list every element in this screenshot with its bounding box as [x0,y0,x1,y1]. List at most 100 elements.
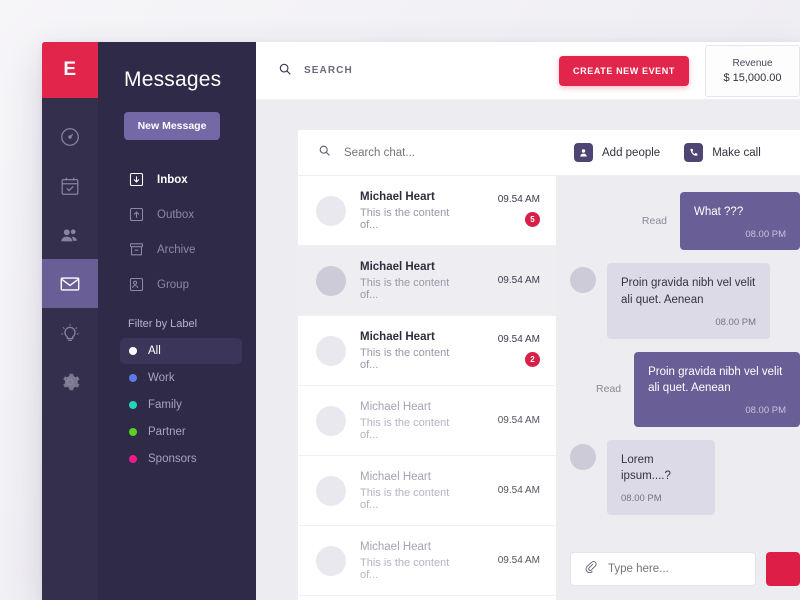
search-icon [318,144,331,162]
sidebar-item-archive[interactable]: Archive [98,232,256,267]
read-status: Read [641,215,667,228]
label-dot [129,374,137,382]
message-bubble: What ??? 08.00 PM [680,192,800,251]
chat-name: Michael Heart [360,400,431,413]
create-new-event-button[interactable]: CREATE NEW EVENT [559,55,689,86]
phone-icon [684,143,704,162]
avatar [570,443,596,470]
chat-preview: This is the content of... [360,346,450,371]
chat-time: 09.54 AM [497,555,540,566]
filter-label-text: All [148,345,161,357]
composer-box[interactable] [570,552,756,586]
rail-item-settings[interactable] [42,357,98,406]
archive-box-icon [128,241,145,258]
add-person-icon [574,143,593,162]
icon-rail: E [42,42,98,600]
message-bubble: Proin gravida nibh vel velit ali quet. A… [634,351,800,427]
message-thread: Read What ??? 08.00 PM Proin gravida nib… [556,176,800,538]
label-dot [129,401,137,409]
page-title: Messages [124,68,222,91]
chat-time: 09.54 AM [497,275,540,286]
filter-label-family[interactable]: Family [120,392,242,418]
rail-item-dashboard[interactable] [42,112,98,161]
message-incoming: Lorem ipsum....? 08.00 PM [556,439,800,515]
brand-logo[interactable]: E [42,42,98,98]
workspace: Michael Heart This is the content of... … [256,100,800,600]
chat-time: 09.54 AM [497,334,540,345]
new-message-button[interactable]: New Message [124,112,220,140]
rail-item-team[interactable] [42,210,98,259]
table-row[interactable]: Michael Heart This is the content of... … [298,316,556,386]
chat-preview: This is the content of... [360,416,450,441]
label-dot [129,347,137,355]
filter-label-sponsors[interactable]: Sponsors [120,446,242,472]
chat-preview: This is the content of... [360,206,450,231]
outbox-arrow-up-icon [128,206,145,223]
avatar [570,267,596,294]
calendar-check-icon [59,175,81,197]
filter-label-text: Partner [148,426,186,438]
message-input[interactable] [608,563,742,575]
table-row[interactable]: Michael Heart This is the content of... … [298,386,556,456]
sidebar-item-label: Outbox [157,208,195,221]
rail-item-messages[interactable] [42,259,98,308]
filter-label-partner[interactable]: Partner [120,419,242,445]
lightbulb-icon [59,322,81,344]
table-row[interactable]: Michael Heart This is the content of... … [298,176,556,246]
people-icon [59,224,81,246]
avatar [316,405,346,436]
rail-item-calendar[interactable] [42,161,98,210]
group-contact-icon [128,276,145,293]
sidebar-item-inbox[interactable]: Inbox [98,162,256,197]
revenue-label: Revenue [732,57,773,69]
send-button[interactable] [766,552,800,586]
make-call-button[interactable]: Make call [684,143,761,162]
table-row[interactable]: Michael Heart This is the content of... … [298,246,556,316]
sidebar-item-label: Group [157,278,189,291]
sidebar-item-label: Inbox [157,173,188,186]
table-row[interactable]: Michael Heart This is the content of... … [298,456,556,526]
filter-by-label-title: Filter by Label [128,318,198,330]
revenue-card: Revenue $ 15,000.00 [705,44,800,97]
chat-time: 09.54 AM [497,194,540,205]
filter-label-all[interactable]: All [120,338,242,364]
filter-label-work[interactable]: Work [120,365,242,391]
message-text: Proin gravida nibh vel velit ali quet. A… [648,365,783,395]
gear-icon [59,371,81,393]
sidebar: Messages New Message Inbox Outbox Archiv… [98,42,256,600]
message-text: Lorem ipsum....? [621,453,671,483]
chat-list-panel: Michael Heart This is the content of... … [298,130,556,600]
message-time: 08.00 PM [621,493,662,504]
message-time: 08.00 PM [745,404,786,416]
make-call-label: Make call [712,146,761,159]
message-time: 08.00 PM [715,316,756,328]
chat-name: Michael Heart [360,330,435,343]
chat-preview: This is the content of... [360,556,450,581]
app-window: E Messages New Message Inbox Outbox Arch… [0,0,800,600]
envelope-icon [59,273,81,295]
chat-name: Michael Heart [360,470,431,483]
sidebar-item-group[interactable]: Group [98,267,256,302]
add-people-label: Add people [602,146,661,159]
topbar: SEARCH CREATE NEW EVENT Revenue $ 15,000… [256,42,800,100]
rail-item-ideas[interactable] [42,308,98,357]
table-row[interactable]: Michael Heart This is the content of... … [298,526,556,596]
revenue-value: $ 15,000.00 [723,71,782,84]
label-dot [129,455,137,463]
add-people-button[interactable]: Add people [574,143,660,162]
message-bubble: Lorem ipsum....? 08.00 PM [607,439,715,515]
message-bubble: Proin gravida nibh vel velit ali quet. A… [607,263,770,339]
inbox-arrow-down-icon [128,171,145,188]
filter-label-text: Work [148,372,175,384]
chat-search-input[interactable] [344,146,536,159]
unread-badge: 5 [525,212,540,227]
unread-badge: 2 [525,352,540,367]
sidebar-item-outbox[interactable]: Outbox [98,197,256,232]
message-outgoing: Read Proin gravida nibh vel velit ali qu… [556,351,800,427]
sidebar-item-label: Archive [157,243,196,256]
message-text: What ??? [694,206,744,218]
global-search[interactable]: SEARCH [278,62,559,79]
chat-search[interactable] [298,130,556,176]
brand-logo-letter: E [63,59,77,80]
paperclip-icon[interactable] [584,560,597,578]
